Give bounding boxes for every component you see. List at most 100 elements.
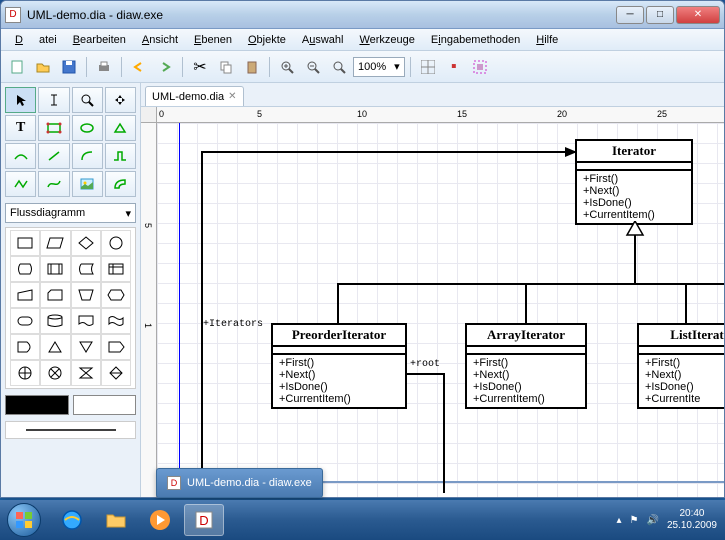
pointer-tool[interactable] [5,87,36,113]
zoom-in-button[interactable] [275,55,299,79]
shape-delay[interactable] [10,334,40,360]
magnify-tool[interactable] [72,87,103,113]
explorer-icon[interactable] [96,504,136,536]
shape-display[interactable] [10,256,40,282]
minimize-button[interactable]: ─ [616,6,644,24]
menu-view[interactable]: Ansicht [134,32,186,48]
connector[interactable] [407,373,445,375]
fg-color[interactable] [5,395,69,415]
close-button[interactable]: ✕ [676,6,720,24]
menu-file[interactable]: Datei [7,32,65,48]
menu-layers[interactable]: Ebenen [186,32,240,48]
uml-class-list[interactable]: ListIterat +First() +Next() +IsDone() +C… [637,323,724,409]
shape-decision[interactable] [71,230,101,256]
zoom-fit-button[interactable] [327,55,351,79]
menu-edit[interactable]: Bearbeiten [65,32,134,48]
menu-help[interactable]: Hilfe [528,32,566,48]
canvas[interactable]: Iterator +First() +Next() +IsDone() +Cur… [157,123,724,497]
save-button[interactable] [57,55,81,79]
taskbar-app-button[interactable]: D UML-demo.dia - diaw.exe [156,468,323,498]
print-button[interactable] [92,55,116,79]
ruler-horizontal[interactable]: 0 5 10 15 20 25 [157,107,724,123]
snap-obj-button[interactable]: ▪ [442,55,466,79]
document-tab[interactable]: UML-demo.dia ✕ [145,86,244,106]
shape-manual-op[interactable] [71,282,101,308]
line-style-preview[interactable] [5,421,136,439]
select-all-button[interactable] [468,55,492,79]
ie-icon[interactable] [52,504,92,536]
cut-button[interactable]: ✂ [188,55,212,79]
bezier-tool[interactable] [5,143,36,169]
shape-connector[interactable] [101,230,131,256]
media-player-icon[interactable] [140,504,180,536]
line-tool[interactable] [38,143,69,169]
start-button[interactable] [0,500,48,540]
open-button[interactable] [31,55,55,79]
connector[interactable] [685,283,687,323]
shape-io[interactable] [40,230,70,256]
connector[interactable] [337,283,724,285]
shape-sum[interactable] [40,360,70,386]
snap-grid-button[interactable] [416,55,440,79]
connector[interactable] [337,283,339,323]
polyline-tool[interactable] [5,171,36,197]
shape-process[interactable] [10,230,40,256]
tray-flag-icon[interactable]: ⚑ [630,515,639,526]
tab-close-icon[interactable]: ✕ [228,91,236,102]
shape-stored[interactable] [71,256,101,282]
ruler-vertical[interactable]: 5 1 [141,123,157,497]
ellipse-tool[interactable] [72,115,103,141]
menu-input[interactable]: Eingabemethoden [423,32,528,48]
arc-tool[interactable] [72,143,103,169]
connector[interactable] [525,283,527,323]
menu-objects[interactable]: Objekte [240,32,294,48]
zoom-field[interactable]: 100% ▾ [353,57,405,77]
image-tool[interactable] [72,171,103,197]
bg-color[interactable] [73,395,137,415]
box-tool[interactable] [38,115,69,141]
uml-class-preorder[interactable]: PreorderIterator +First() +Next() +IsDon… [271,323,407,409]
shape-terminal[interactable] [10,308,40,334]
shape-tape[interactable] [101,308,131,334]
shape-collate[interactable] [71,360,101,386]
outline-tool[interactable] [105,171,136,197]
guide-vertical[interactable] [179,123,180,497]
shape-manual-input[interactable] [10,282,40,308]
shape-or[interactable] [10,360,40,386]
shape-disk[interactable] [40,308,70,334]
redo-button[interactable] [153,55,177,79]
tray-show-hidden-icon[interactable]: ▴ [616,515,621,526]
undo-button[interactable] [127,55,151,79]
zoom-out-button[interactable] [301,55,325,79]
scroll-tool[interactable] [105,87,136,113]
shape-predef[interactable] [40,256,70,282]
paste-button[interactable] [240,55,264,79]
shape-doc[interactable] [71,308,101,334]
menu-select[interactable]: Auswahl [294,32,352,48]
text-edit-tool[interactable] [38,87,69,113]
shape-sort[interactable] [101,360,131,386]
shape-offpage[interactable] [101,334,131,360]
tray-volume-icon[interactable]: 🔊 [646,515,658,526]
zigzag-tool[interactable] [105,143,136,169]
connector[interactable] [634,235,636,283]
shape-merge[interactable] [71,334,101,360]
dia-task-icon[interactable]: D [184,504,224,536]
shape-extract[interactable] [40,334,70,360]
new-button[interactable] [5,55,29,79]
connector[interactable] [443,373,445,493]
clock[interactable]: 20:40 25.10.2009 [667,508,717,532]
menu-tools[interactable]: Werkzeuge [351,32,422,48]
copy-button[interactable] [214,55,238,79]
polygon-tool[interactable] [105,115,136,141]
bezierline-tool[interactable] [38,171,69,197]
shape-prep[interactable] [101,282,131,308]
shapeset-selector[interactable]: Flussdiagramm▾ [5,203,136,223]
text-tool[interactable]: T [5,115,36,141]
shape-card[interactable] [40,282,70,308]
uml-class-iterator[interactable]: Iterator +First() +Next() +IsDone() +Cur… [575,139,693,225]
shape-internal[interactable] [101,256,131,282]
maximize-button[interactable]: □ [646,6,674,24]
connector[interactable] [201,151,575,153]
uml-class-array[interactable]: ArrayIterator +First() +Next() +IsDone()… [465,323,587,409]
